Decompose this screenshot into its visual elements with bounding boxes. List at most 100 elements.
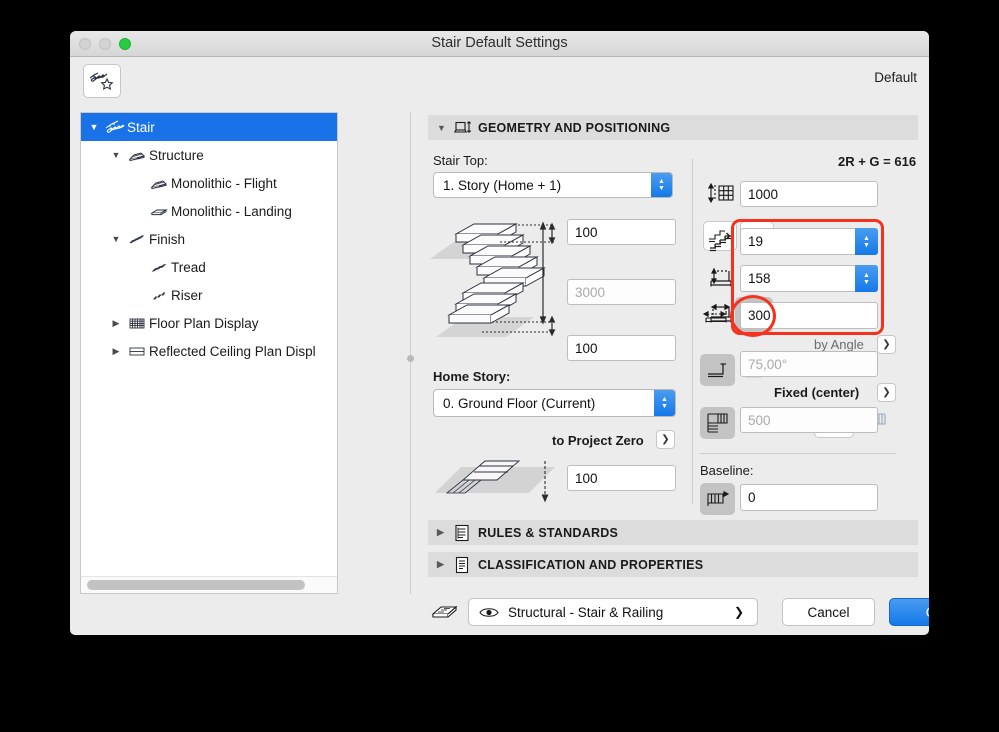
riser-count-field[interactable]: 19 ▲ ▼ [740,228,878,255]
stepper-icon[interactable]: ▲ ▼ [651,173,672,197]
project-zero-field[interactable]: 100 [567,465,676,491]
dialog-footer: Structural - Stair & Railing ❯ Cancel OK [70,593,929,635]
by-angle-label: by Angle [814,337,864,352]
sidebar-item-finish[interactable]: ▼ Finish [81,225,337,253]
stepper-icon[interactable]: ▲ ▼ [855,228,878,255]
landing-icon [147,204,171,219]
twisty-right-icon[interactable]: ▶ [107,318,125,329]
stepper-icon[interactable]: ▲ ▼ [654,390,675,416]
bottom-offset-field[interactable]: 100 [567,335,676,361]
sidebar-item-label: Tread [171,259,206,275]
settings-tree[interactable]: ▼ Stair ▼ Structure Monolithic - Flight … [80,112,338,594]
total-height-field[interactable]: 3000 [567,279,676,305]
sidebar-item-structure[interactable]: ▼ Structure [81,141,337,169]
twisty-down-icon[interactable]: ▼ [437,123,454,133]
stair-top-label: Stair Top: [433,153,488,168]
sidebar-item-monolithic-flight[interactable]: ▶ Monolithic - Flight [81,169,337,197]
ceiling-plan-icon [125,344,149,359]
top-offset-value: 100 [575,224,598,240]
ok-button[interactable]: OK [889,598,929,626]
to-project-zero-label: to Project Zero [552,433,644,448]
baseline-left-icon [705,490,731,508]
toolbar: Default [70,57,929,112]
total-rise-value: 1000 [748,186,779,202]
twisty-down-icon[interactable]: ▼ [85,122,103,132]
twisty-down-icon[interactable]: ▼ [107,234,125,244]
section-header-classification[interactable]: ▶ CLASSIFICATION AND PROPERTIES [428,552,918,577]
riser-height-field[interactable]: 158 ▲ ▼ [740,265,878,292]
total-height-value: 3000 [575,284,606,300]
rules-icon [454,524,478,542]
stepper-icon[interactable]: ▲ ▼ [855,265,878,292]
to-project-zero-arrow-icon[interactable]: ❯ [656,430,675,449]
stair-icon [103,120,127,135]
twisty-right-icon[interactable]: ▶ [107,346,125,357]
riser-height-value: 158 [748,271,771,286]
baseline-offset-field[interactable]: 0 [740,484,878,511]
project-zero-diagram [435,455,561,505]
section-header-label: GEOMETRY AND POSITIONING [478,120,671,135]
twisty-right-icon[interactable]: ▶ [437,527,454,538]
sidebar-item-label: Structure [149,147,204,163]
sidebar-item-monolithic-landing[interactable]: ▶ Monolithic - Landing [81,197,337,225]
angle-value: 75,00° [748,356,788,372]
layer-select[interactable]: Structural - Stair & Railing ❯ [468,598,758,626]
twisty-right-icon[interactable]: ▶ [437,559,454,570]
sidebar-horizontal-scrollbar[interactable] [81,576,337,593]
angle-field[interactable]: 75,00° [740,351,878,377]
geometry-icon [454,120,478,136]
sidebar-item-floor-plan-display[interactable]: ▶ Floor Plan Display [81,309,337,337]
sidebar-item-label: Monolithic - Landing [171,203,292,219]
total-rise-field[interactable]: 1000 [740,181,878,207]
layers-button[interactable] [428,598,462,626]
project-zero-value: 100 [575,470,598,486]
tread-flat-button[interactable] [700,354,735,386]
tread-flat-icon [705,360,731,380]
sidebar-item-reflected-ceiling-plan-display[interactable]: ▶ Reflected Ceiling Plan Displ [81,337,337,365]
home-story-value: 0. Ground Floor (Current) [443,395,596,411]
riser-count-value: 19 [748,234,764,249]
cancel-button-label: Cancel [807,604,850,620]
winder-none-button[interactable] [700,407,735,439]
section-header-geometry[interactable]: ▼ GEOMETRY AND POSITIONING [428,115,918,140]
walking-line-field[interactable]: 500 [740,407,878,433]
tread-depth-icon [709,303,735,327]
stair-top-select[interactable]: 1. Story (Home + 1) ▲ ▼ [433,172,673,198]
riser-height-icon [709,267,735,291]
chevron-right-icon[interactable]: ❯ [734,605,744,619]
geometry-panel: Stair Top: 1. Story (Home + 1) ▲ ▼ 100 3… [428,145,918,516]
tread-depth-field[interactable]: 300 [740,302,878,329]
baseline-label: Baseline: [700,463,754,478]
dialog-body: ▼ Stair ▼ Structure Monolithic - Flight … [70,112,929,635]
sidebar-item-label: Finish [149,231,186,247]
twisty-down-icon[interactable]: ▼ [107,150,125,160]
section-divider [700,453,896,454]
favorites-button[interactable] [83,64,121,98]
default-label: Default [874,70,917,85]
settings-content: ▼ GEOMETRY AND POSITIONING Stair Top: 1.… [420,112,929,635]
title-bar: Stair Default Settings [70,31,929,57]
by-angle-arrow-icon[interactable]: ❯ [877,335,896,354]
sidebar-item-riser[interactable]: ▶ Riser [81,281,337,309]
top-offset-field[interactable]: 100 [567,219,676,245]
stair-favorite-icon [88,69,116,93]
sidebar-item-label: Floor Plan Display [149,315,259,331]
fixed-center-label: Fixed (center) [774,385,860,400]
baseline-left-button[interactable] [700,483,735,515]
section-header-rules[interactable]: ▶ RULES & STANDARDS [428,520,918,545]
sidebar-item-stair[interactable]: ▼ Stair [81,113,337,141]
sidebar-item-tread[interactable]: ▶ Tread [81,253,337,281]
home-story-select[interactable]: 0. Ground Floor (Current) ▲ ▼ [433,389,676,417]
panel-resize-handle[interactable] [407,355,414,362]
fixed-center-arrow-icon[interactable]: ❯ [877,383,896,402]
eye-icon[interactable] [479,606,499,619]
scrollbar-thumb[interactable] [87,580,305,590]
home-story-label: Home Story: [433,369,511,384]
formula-label: 2R + G = 616 [838,154,917,169]
classification-icon [454,556,478,574]
finish-icon [125,232,149,247]
layer-label: Structural - Stair & Railing [508,604,664,620]
sidebar-item-label: Reflected Ceiling Plan Displ [149,343,316,359]
cancel-button[interactable]: Cancel [782,598,875,626]
bottom-offset-value: 100 [575,340,598,356]
